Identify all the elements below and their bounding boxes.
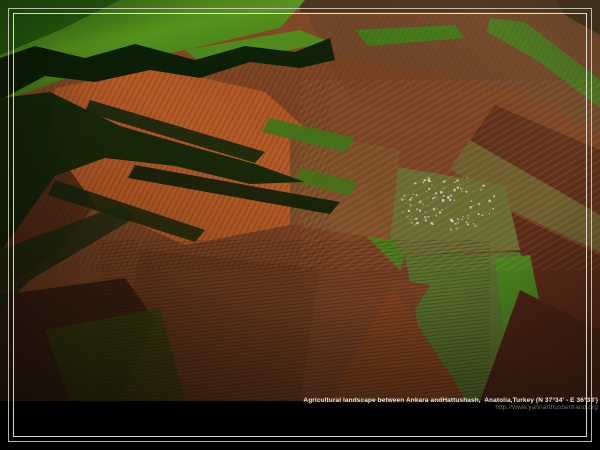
- caption-url: http://www.yannarthusbertrand.org: [303, 404, 598, 411]
- aerial-photo: [0, 0, 600, 401]
- caption-title: Agricultural landscape between Ankara an…: [303, 397, 598, 404]
- vignette-overlay: [0, 0, 600, 401]
- wallpaper-canvas: Agricultural landscape between Ankara an…: [0, 0, 600, 450]
- caption: Agricultural landscape between Ankara an…: [303, 397, 598, 411]
